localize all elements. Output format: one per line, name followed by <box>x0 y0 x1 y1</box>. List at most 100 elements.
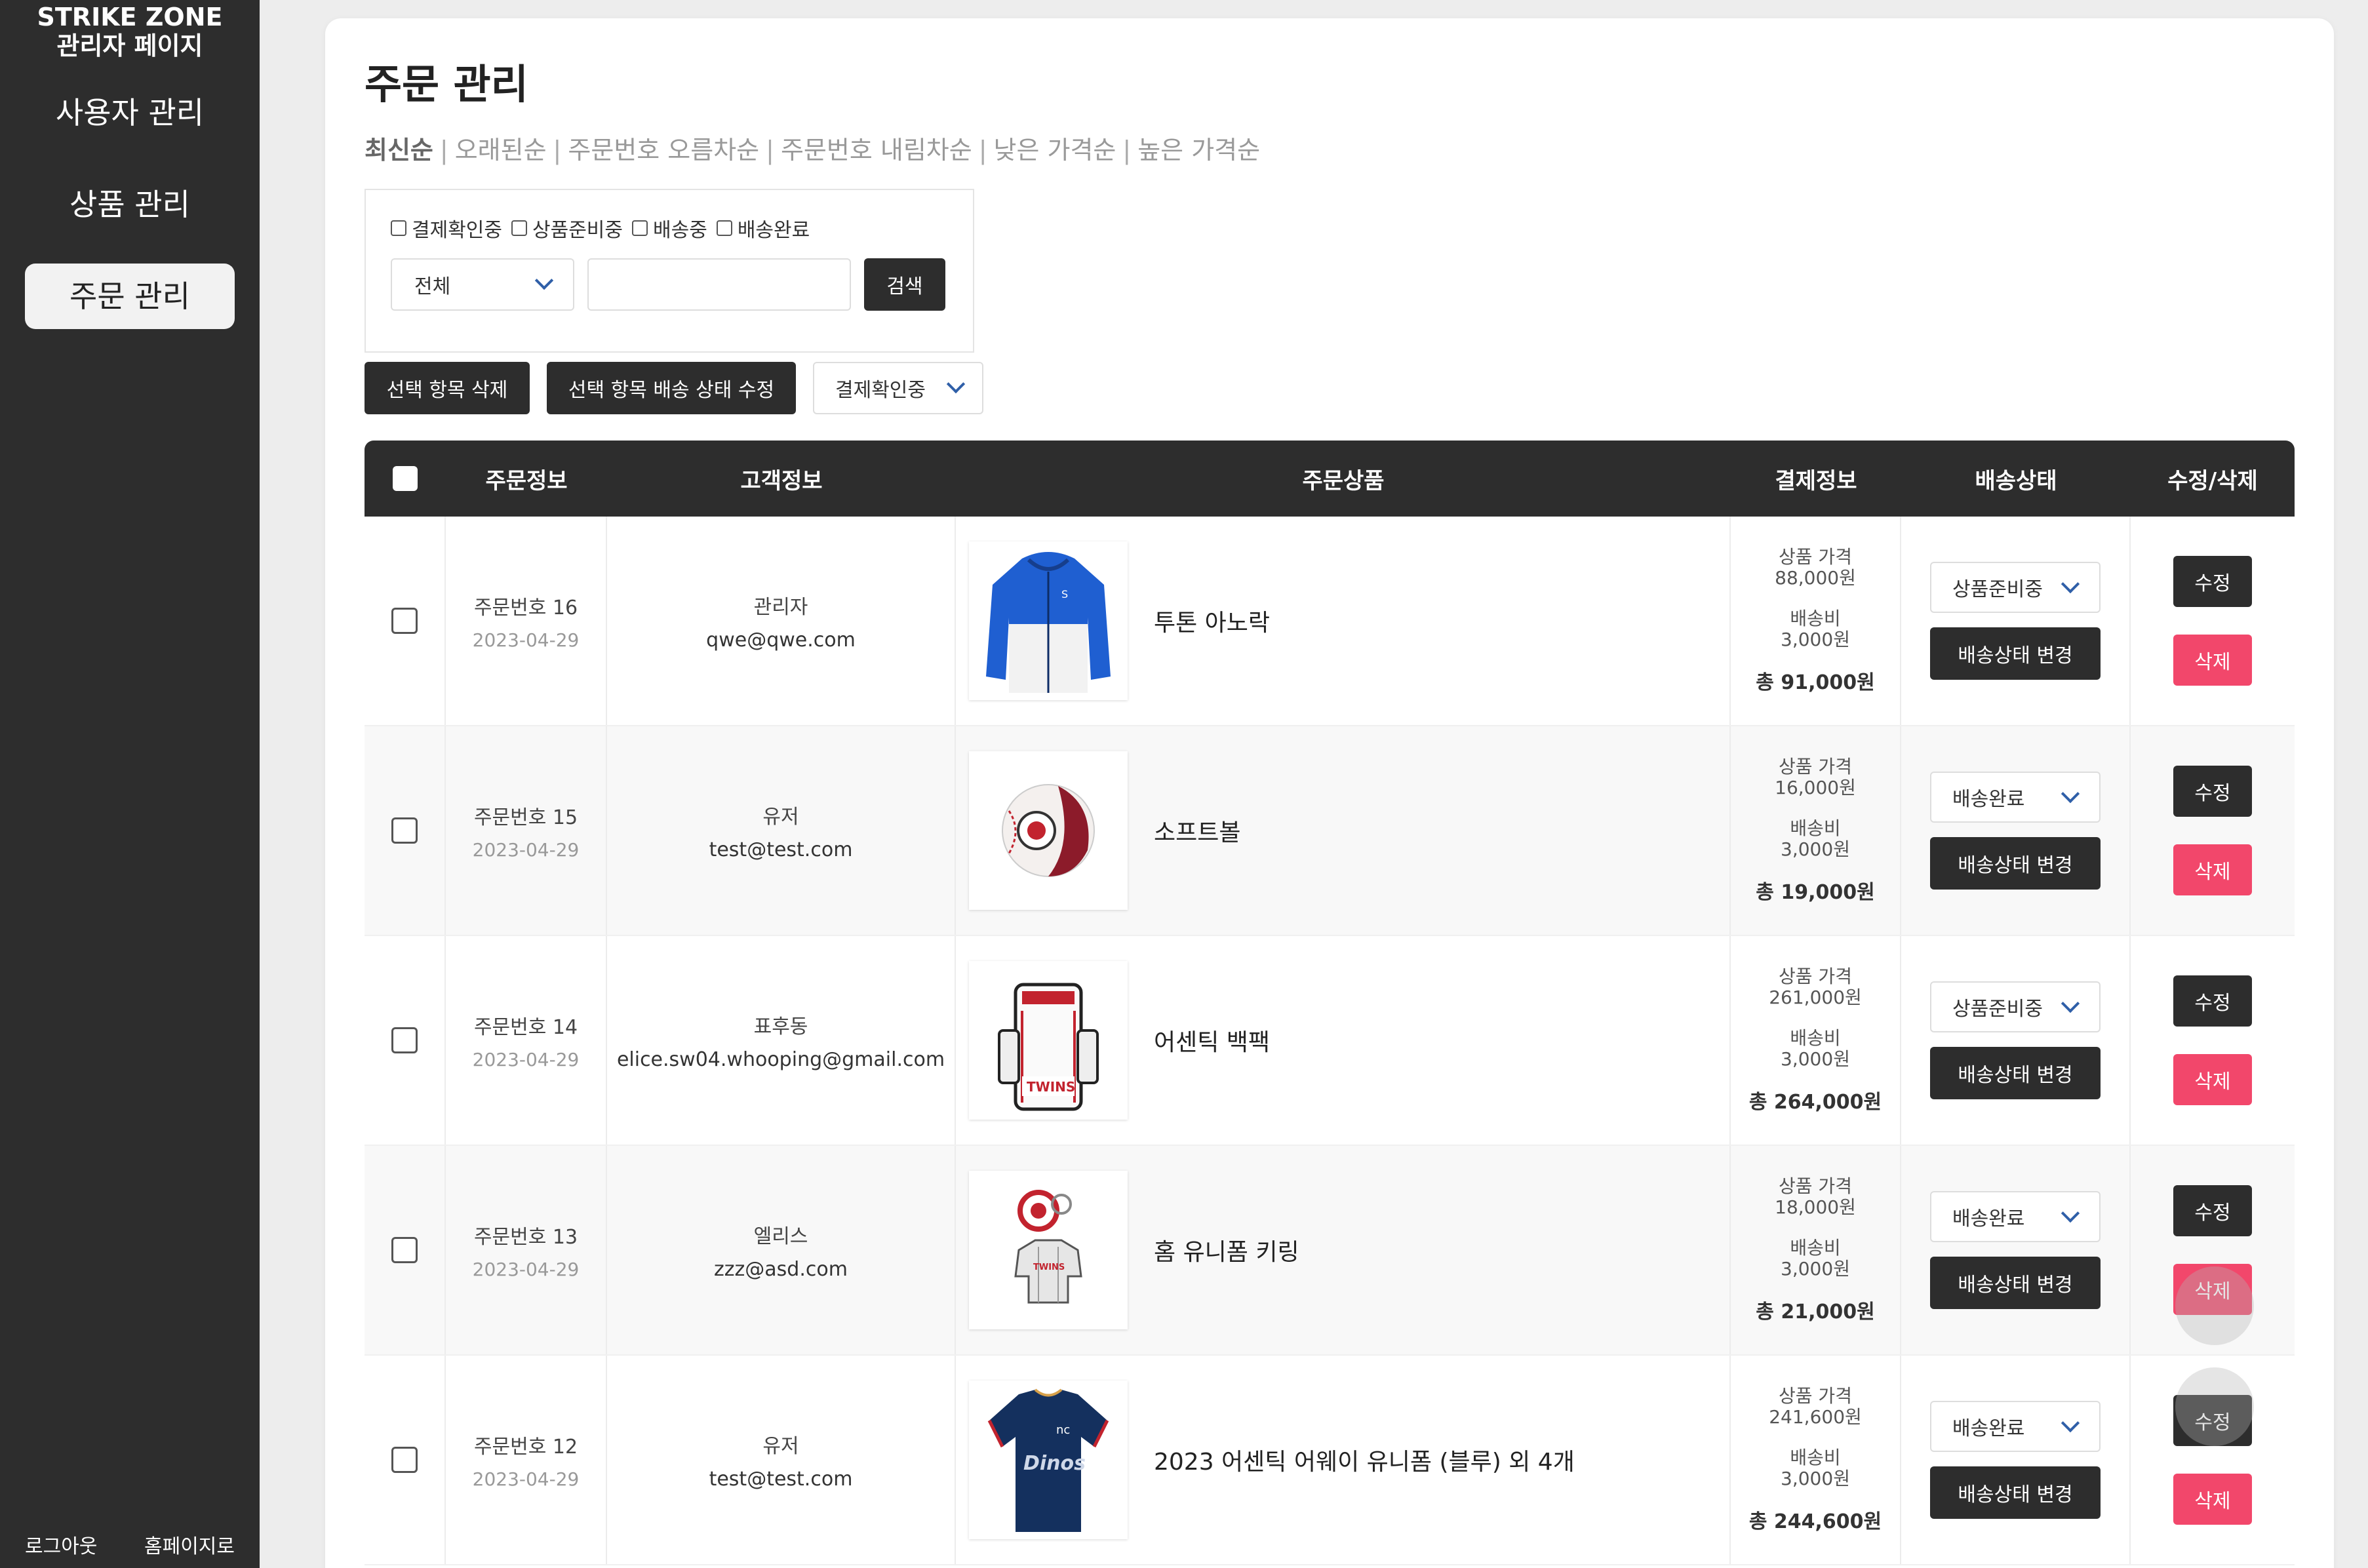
delete-button[interactable]: 삭제 <box>2173 1474 2252 1525</box>
orders-table: 주문정보 고객정보 주문상품 결제정보 배송상태 수정/삭제 주문번호 16 2… <box>365 441 2295 1565</box>
row-checkbox[interactable] <box>391 817 418 844</box>
filter-check-preparing[interactable]: 상품준비중 <box>511 214 623 243</box>
bulk-delete-button[interactable]: 선택 항목 삭제 <box>365 362 530 414</box>
shipping-fee-label: 배송비 <box>1790 608 1841 629</box>
svg-text:Dinos: Dinos <box>1023 1452 1086 1475</box>
status-filter-checks: 결제확인중 상품준비중 배송중 배송완료 <box>391 214 819 243</box>
row-checkbox[interactable] <box>391 1237 418 1263</box>
shipping-status-select[interactable]: 상품준비중 <box>1930 562 2101 613</box>
change-status-button[interactable]: 배송상태 변경 <box>1930 1257 2101 1309</box>
delete-button[interactable]: 삭제 <box>2173 635 2252 686</box>
row-check-cell <box>365 936 446 1145</box>
change-status-button[interactable]: 배송상태 변경 <box>1930 837 2101 890</box>
row-checkbox[interactable] <box>391 1027 418 1053</box>
row-checkbox[interactable] <box>391 608 418 634</box>
customer-name: 관리자 <box>753 595 808 619</box>
scroll-top-button[interactable] <box>2175 1266 2254 1345</box>
edit-cell: 수정 삭제 <box>2131 936 2295 1145</box>
product-name[interactable]: 2023 어센틱 어웨이 유니폼 (블루) 외 4개 <box>1154 1443 1575 1477</box>
sort-order-asc[interactable]: 주문번호 오름차순 <box>568 136 759 165</box>
shipping-status-select[interactable]: 상품준비중 <box>1930 981 2101 1032</box>
edit-button[interactable]: 수정 <box>2173 1185 2252 1236</box>
checkbox[interactable] <box>511 220 527 236</box>
customer-name: 엘리스 <box>753 1225 808 1248</box>
sidebar-item-users[interactable]: 사용자 관리 <box>25 80 235 146</box>
checkbox[interactable] <box>391 220 406 236</box>
price-value: 241,600원 <box>1769 1406 1862 1428</box>
delete-button[interactable]: 삭제 <box>2173 1054 2252 1105</box>
search-input[interactable] <box>587 258 851 311</box>
home-link[interactable]: 홈페이지로 <box>144 1530 235 1559</box>
chevron-down-icon <box>2061 994 2080 1013</box>
product-thumbnail: TWINS <box>969 961 1128 1120</box>
brand-subtitle: 관리자 페이지 <box>56 31 203 60</box>
order-number: 주문번호 14 <box>473 1015 578 1039</box>
jacket-image: S <box>986 552 1111 693</box>
customer-name: 표후동 <box>753 1015 808 1038</box>
total-price: 총 19,000원 <box>1756 881 1875 904</box>
edit-cell: 수정 삭제 <box>2131 517 2295 725</box>
filter-check-shipping[interactable]: 배송중 <box>632 214 707 243</box>
product-name[interactable]: 투톤 아노락 <box>1154 604 1270 638</box>
shipping-cell: 상품준비중 배송상태 변경 <box>1901 936 2131 1145</box>
sort-separator: | <box>1122 136 1132 165</box>
product-thumbnail: S <box>969 541 1128 700</box>
softball-image <box>1002 784 1095 877</box>
customer-cell: 유저 test@test.com <box>607 726 956 935</box>
edit-button[interactable]: 수정 <box>2173 766 2252 817</box>
customer-email: elice.sw04.whooping@gmail.com <box>616 1048 945 1071</box>
sort-oldest[interactable]: 오래된순 <box>455 136 547 165</box>
checkbox[interactable] <box>632 220 648 236</box>
scroll-bottom-button[interactable] <box>2175 1367 2254 1446</box>
row-checkbox[interactable] <box>391 1447 418 1473</box>
jersey-image: Dinos nc <box>987 1388 1109 1532</box>
product-name[interactable]: 어센틱 백팩 <box>1154 1023 1270 1057</box>
change-status-button[interactable]: 배송상태 변경 <box>1930 627 2101 680</box>
shipping-status-select[interactable]: 배송완료 <box>1930 1191 2101 1242</box>
sort-latest[interactable]: 최신순 <box>365 136 433 165</box>
total-price: 총 264,000원 <box>1748 1091 1882 1114</box>
sort-order-desc[interactable]: 주문번호 내림차순 <box>781 136 972 165</box>
product-name[interactable]: 소프트볼 <box>1154 813 1240 848</box>
checkbox[interactable] <box>716 220 732 236</box>
sort-price-low[interactable]: 낮은 가격순 <box>994 136 1116 165</box>
table-row: 주문번호 13 2023-04-29 엘리스 zzz@asd.com TWINS… <box>365 1146 2295 1356</box>
product-cell: TWINS 홈 유니폼 키링 <box>956 1146 1731 1354</box>
order-date: 2023-04-29 <box>472 1258 580 1280</box>
chevron-down-icon <box>2061 1204 2080 1223</box>
shipping-status-select[interactable]: 배송완료 <box>1930 1401 2101 1452</box>
checkbox-label: 배송완료 <box>737 219 810 242</box>
change-status-button[interactable]: 배송상태 변경 <box>1930 1466 2101 1519</box>
sidebar-item-products[interactable]: 상품 관리 <box>25 172 235 237</box>
product-name[interactable]: 홈 유니폼 키링 <box>1154 1233 1299 1267</box>
edit-button[interactable]: 수정 <box>2173 975 2252 1027</box>
header-check-cell <box>365 466 446 491</box>
chevron-down-icon <box>534 271 554 290</box>
sort-price-high[interactable]: 높은 가격순 <box>1137 136 1260 165</box>
select-all-checkbox[interactable] <box>393 466 418 491</box>
category-select[interactable]: 전체 <box>391 258 574 311</box>
bulk-status-button[interactable]: 선택 항목 배송 상태 수정 <box>547 362 796 414</box>
payment-cell: 상품 가격 261,000원 배송비 3,000원 총 264,000원 <box>1731 936 1901 1145</box>
bulk-status-select[interactable]: 결제확인중 <box>813 362 983 414</box>
total-price: 총 244,600원 <box>1748 1510 1882 1533</box>
customer-email: zzz@asd.com <box>714 1257 848 1281</box>
delete-button[interactable]: 삭제 <box>2173 844 2252 895</box>
shipping-status-value: 배송완료 <box>1952 1207 2025 1230</box>
table-header: 주문정보 고객정보 주문상품 결제정보 배송상태 수정/삭제 <box>365 441 2295 517</box>
shipping-status-select[interactable]: 배송완료 <box>1930 772 2101 823</box>
edit-button[interactable]: 수정 <box>2173 556 2252 607</box>
filter-check-payment[interactable]: 결제확인중 <box>391 214 502 243</box>
order-info-cell: 주문번호 13 2023-04-29 <box>446 1146 607 1354</box>
change-status-button[interactable]: 배송상태 변경 <box>1930 1047 2101 1099</box>
sidebar-nav: 사용자 관리 상품 관리 주문 관리 <box>0 80 260 329</box>
filter-check-delivered[interactable]: 배송완료 <box>716 214 810 243</box>
sidebar-item-orders[interactable]: 주문 관리 <box>25 264 235 329</box>
price-label: 상품 가격 <box>1779 1385 1852 1407</box>
search-button[interactable]: 검색 <box>864 258 945 311</box>
payment-cell: 상품 가격 16,000원 배송비 3,000원 총 19,000원 <box>1731 726 1901 935</box>
shipping-fee-value: 3,000원 <box>1781 629 1850 650</box>
sort-separator: | <box>978 136 987 165</box>
total-price: 총 91,000원 <box>1756 671 1875 694</box>
logout-link[interactable]: 로그아웃 <box>25 1530 97 1559</box>
